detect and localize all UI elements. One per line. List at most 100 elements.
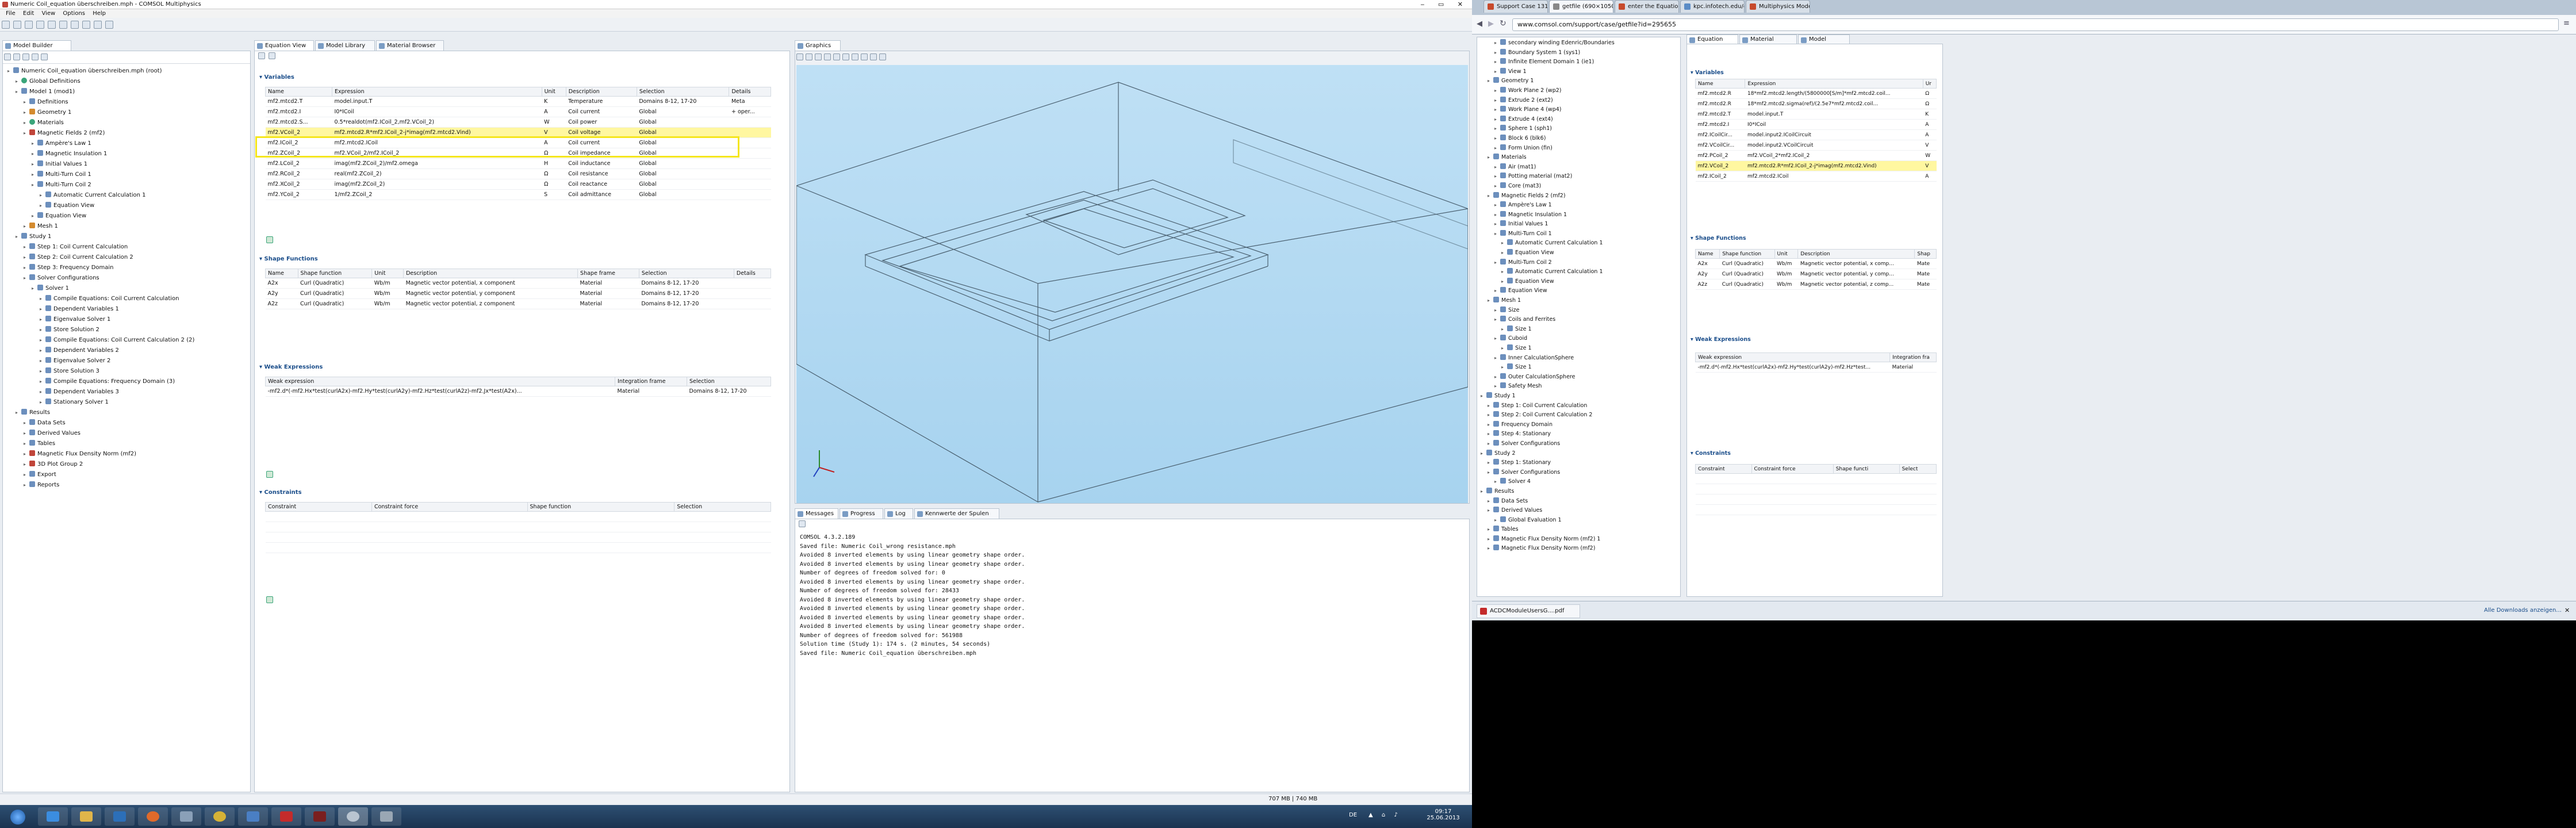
tree-item[interactable]: ▸ Solver 4: [1481, 477, 1615, 487]
expand-toggle-icon[interactable]: ▸: [24, 459, 29, 470]
tree-item[interactable]: ▸ Mesh 1: [1481, 296, 1615, 306]
taskbar-word[interactable]: [238, 807, 268, 826]
expand-toggle-icon[interactable]: ▸: [1494, 115, 1500, 125]
expand-toggle-icon[interactable]: ▸: [1494, 96, 1500, 106]
save-icon[interactable]: [25, 21, 33, 29]
system-clock[interactable]: 09:17 25.06.2013: [1426, 808, 1460, 821]
refresh-constraints-icon[interactable]: [266, 596, 273, 603]
tree-item[interactable]: ▸ Extrude 2 (ext2): [1481, 96, 1615, 106]
wireframe-icon[interactable]: [861, 53, 868, 60]
table-row[interactable]: A2y Curl (Quadratic) Wb/m Magnetic vector p…: [1695, 269, 1937, 279]
refresh-weak-icon[interactable]: [266, 471, 273, 478]
menu-file[interactable]: File: [6, 10, 16, 17]
expand-toggle-icon[interactable]: ▸: [24, 480, 29, 490]
tree-item[interactable]: ▸ Core (mat3): [1481, 182, 1615, 191]
tree-item[interactable]: ▸ Size: [1481, 306, 1615, 316]
column-header[interactable]: Shape function: [527, 502, 675, 512]
table-row[interactable]: mf2.VCoilCir... model.input2.VCoilCircuit…: [1695, 140, 1937, 151]
expand-toggle-icon[interactable]: ▸: [7, 66, 13, 76]
section-weak-expressions[interactable]: ▾ Weak Expressions: [259, 364, 323, 370]
taskbar-tool[interactable]: [371, 807, 401, 826]
expand-toggle-icon[interactable]: ▸: [1488, 420, 1493, 430]
expand-toggle-icon[interactable]: ▸: [40, 377, 45, 387]
expand-toggle-icon[interactable]: ▸: [1494, 354, 1500, 363]
tree-item[interactable]: ▸ Global Definitions: [7, 76, 194, 87]
expand-toggle-icon[interactable]: ▸: [24, 470, 29, 480]
expand-toggle-icon[interactable]: ▸: [1494, 144, 1500, 154]
expand-toggle-icon[interactable]: ▸: [1494, 201, 1500, 210]
section-variables[interactable]: ▾ Variables: [259, 74, 294, 80]
tree-item[interactable]: ▸ Initial Values 1: [7, 159, 194, 170]
column-header[interactable]: Name: [264, 87, 333, 97]
menu-options[interactable]: Options: [63, 10, 85, 17]
expand-toggle-icon[interactable]: ▸: [1501, 344, 1507, 354]
expand-toggle-icon[interactable]: ▸: [1494, 172, 1500, 182]
column-header[interactable]: Constraint: [265, 502, 372, 512]
zoom-out-icon[interactable]: [806, 53, 812, 60]
tree-item[interactable]: ▸ Compile Equations: Coil Current Calcula…: [7, 294, 194, 304]
column-header[interactable]: Ur: [1922, 79, 1937, 89]
new-icon[interactable]: [2, 21, 10, 29]
table-row[interactable]: mf2.mtcd2.S... 0.5*realdot(mf2.ICoil_2,mf…: [265, 117, 771, 128]
tree-item[interactable]: ▸ Step 3: Frequency Domain: [7, 263, 194, 273]
expand-toggle-icon[interactable]: ▸: [1488, 153, 1493, 163]
tree-item[interactable]: ▸ Global Evaluation 1: [1481, 516, 1615, 526]
expand-toggle-icon[interactable]: ▸: [40, 397, 45, 408]
tree-item[interactable]: ▸ 3D Plot Group 2: [7, 459, 194, 470]
tree-item[interactable]: ▸ Study 2: [1481, 449, 1615, 459]
expand-toggle-icon[interactable]: ▸: [1494, 67, 1500, 77]
expand-toggle-icon[interactable]: ▸: [40, 387, 45, 397]
column-header[interactable]: Constraint force: [371, 502, 528, 512]
column-header[interactable]: Name: [265, 269, 298, 278]
tree-item[interactable]: ▸ Results: [1481, 487, 1615, 497]
tree-item[interactable]: ▸ Numeric Coil_equation überschreiben.mph…: [7, 66, 194, 76]
taskbar-explorer[interactable]: [71, 807, 101, 826]
expand-toggle-icon[interactable]: ▸: [24, 128, 29, 139]
expand-toggle-icon[interactable]: ▸: [1494, 516, 1500, 526]
expand-toggle-icon[interactable]: ▸: [1501, 277, 1507, 287]
collapse-icon[interactable]: [22, 53, 29, 60]
expand-toggle-icon[interactable]: ▸: [1488, 525, 1493, 535]
tree-item[interactable]: ▸ Work Plane 2 (wp2): [1481, 86, 1615, 96]
tab-progress[interactable]: Progress: [839, 508, 883, 519]
paste-icon[interactable]: [82, 21, 90, 29]
start-button[interactable]: [3, 807, 33, 826]
tab-graphics[interactable]: Graphics: [795, 40, 841, 51]
expand-toggle-icon[interactable]: ▸: [1488, 296, 1493, 306]
tree-item[interactable]: ▸ Outer CalculationSphere: [1481, 373, 1615, 382]
expand-toggle-icon[interactable]: ▸: [24, 242, 29, 252]
tree-item[interactable]: ▸ Dependent Variables 2: [7, 346, 194, 356]
tree-item[interactable]: ▸ Infinite Element Domain 1 (ie1): [1481, 57, 1615, 67]
tree-item[interactable]: ▸ Stationary Solver 1: [7, 397, 194, 408]
expand-toggle-icon[interactable]: ▸: [32, 139, 37, 149]
expand-toggle-icon[interactable]: ▸: [40, 325, 45, 335]
expand-toggle-icon[interactable]: ▸: [1488, 430, 1493, 439]
expand-toggle-icon[interactable]: ▸: [24, 263, 29, 273]
column-header[interactable]: Shap: [1914, 249, 1937, 259]
print-icon[interactable]: [36, 21, 44, 29]
expand-toggle-icon[interactable]: ▸: [1501, 248, 1507, 258]
browser-tab-equation-view[interactable]: enter the Equation View: [1615, 0, 1679, 13]
tree-item[interactable]: ▸ Ampère's Law 1: [1481, 201, 1615, 210]
expand-toggle-icon[interactable]: ▸: [40, 346, 45, 356]
undo-icon[interactable]: [48, 21, 56, 29]
taskbar-comsol[interactable]: [338, 807, 368, 826]
tree-item[interactable]: ▸ Magnetic Insulation 1: [1481, 210, 1615, 220]
settings-icon[interactable]: [105, 21, 113, 29]
column-header[interactable]: Description: [403, 269, 578, 278]
expand-toggle-icon[interactable]: ▸: [40, 190, 45, 201]
tree-item[interactable]: ▸ Step 1: Stationary: [1481, 458, 1615, 468]
expand-toggle-icon[interactable]: ▸: [24, 221, 29, 232]
tab-kennwerte[interactable]: Kennwerte der Spulen: [914, 508, 999, 519]
tree-item[interactable]: ▸ Form Union (fin): [1481, 144, 1615, 154]
expand-toggle-icon[interactable]: ▸: [40, 335, 45, 346]
tree-item[interactable]: ▸ Results: [7, 408, 194, 418]
tree-item[interactable]: ▸ Automatic Current Calculation 1: [1481, 267, 1615, 277]
expand-toggle-icon[interactable]: ▸: [1501, 363, 1507, 373]
tree-item[interactable]: ▸ Model 1 (mod1): [7, 87, 194, 97]
menu-view[interactable]: View: [41, 10, 55, 17]
table-row[interactable]: mf2.ICoil_2 mf2.mtcd2.ICoil A: [1695, 171, 1937, 182]
table-row[interactable]: A2x Curl (Quadratic) Wb/m Magnetic vector p…: [1695, 258, 1937, 269]
table-row[interactable]: A2x Curl (Quadratic) Wb/m Magnetic vector p…: [265, 278, 771, 289]
tree-item[interactable]: ▸ Step 4: Stationary: [1481, 430, 1615, 439]
